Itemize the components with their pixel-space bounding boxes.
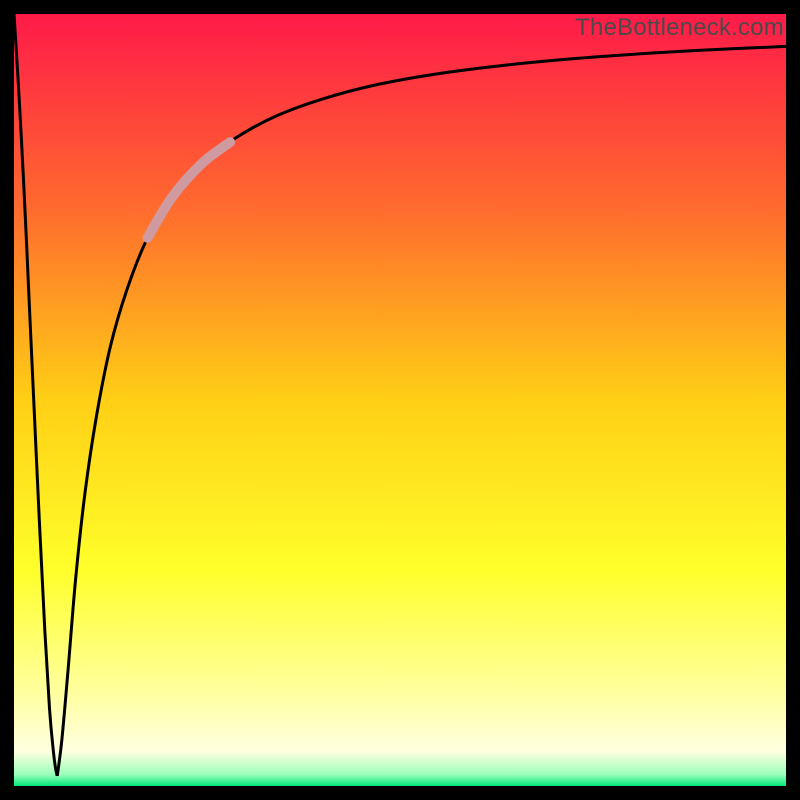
highlight-segment [148,142,231,238]
watermark-label: TheBottleneck.com [575,14,784,42]
curve-layer [14,14,786,786]
plot-area [14,14,786,786]
bottleneck-curve-left [14,14,57,776]
chart-container: TheBottleneck.com [0,0,800,800]
bottleneck-curve-right [57,46,786,776]
